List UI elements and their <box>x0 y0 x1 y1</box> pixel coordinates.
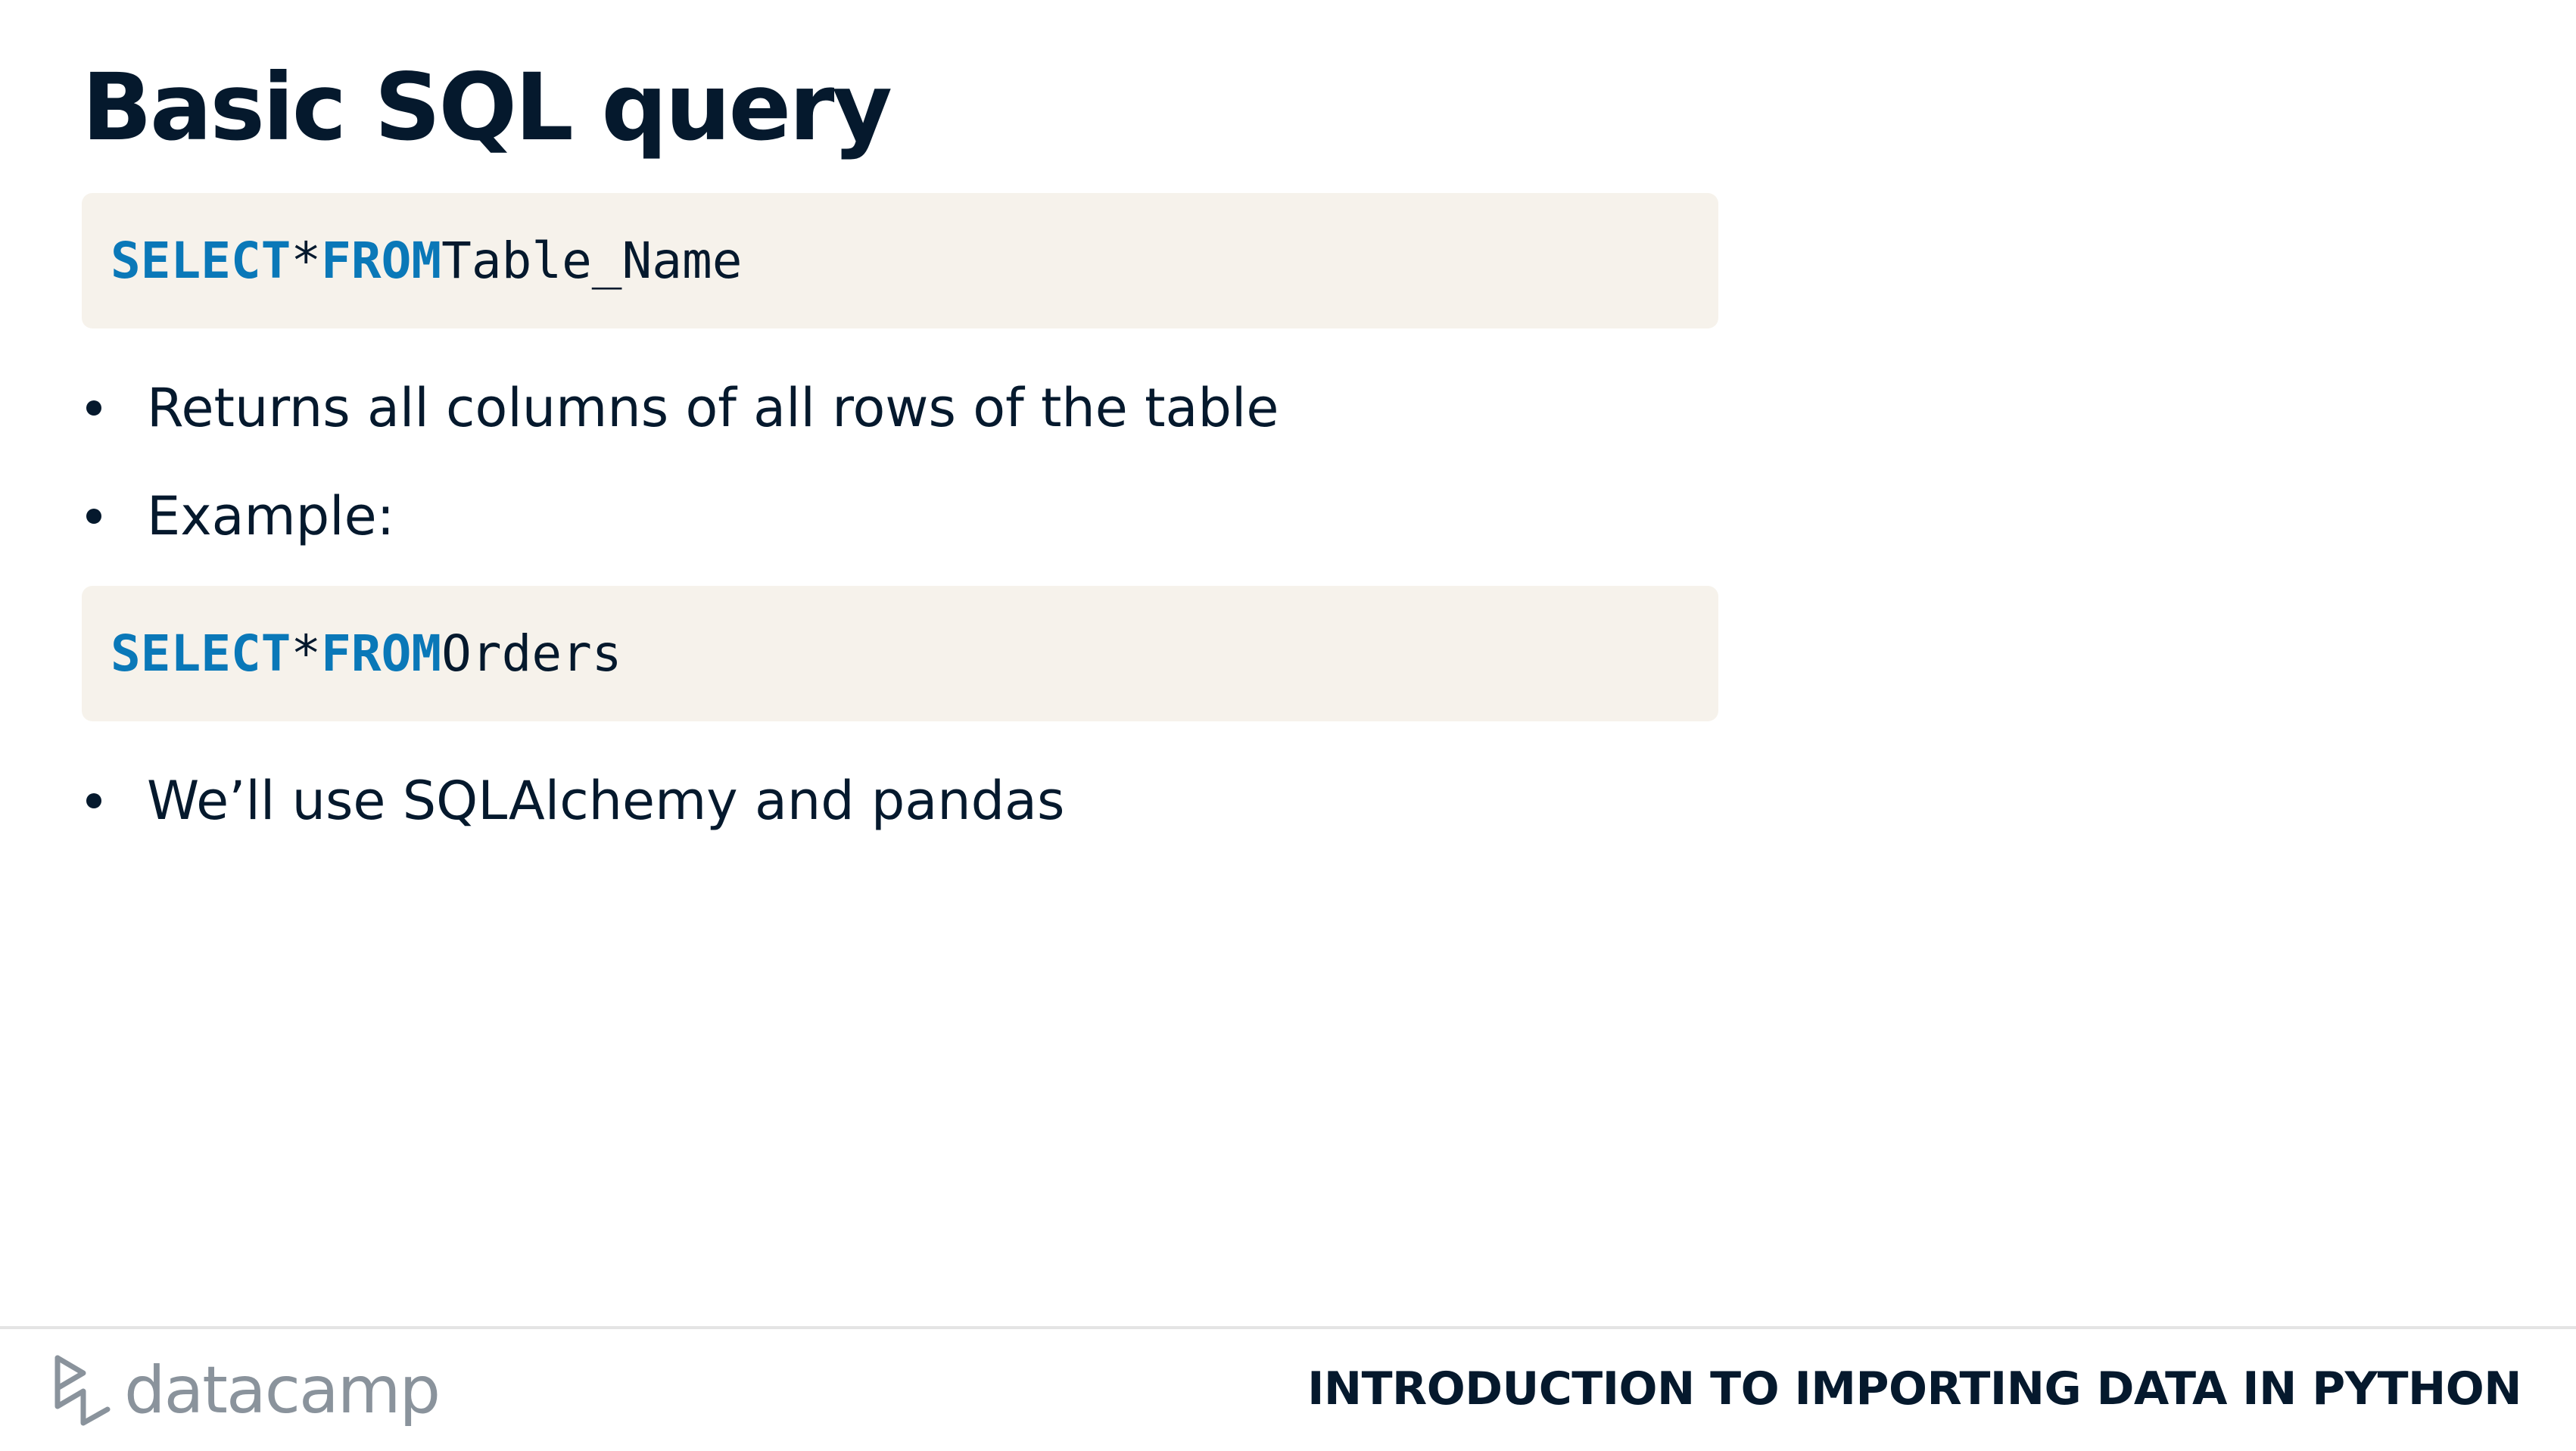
code-operator-star: * <box>291 624 322 683</box>
bullet-item: Returns all columns of all rows of the t… <box>82 363 1279 453</box>
slide: Basic SQL query SELECT * FROM Table_Name… <box>0 0 2576 1451</box>
footer-divider <box>0 1326 2576 1329</box>
bullet-dot-icon <box>86 793 101 808</box>
bullet-text: Example: <box>147 485 395 547</box>
code-block-query-generic: SELECT * FROM Table_Name <box>82 193 1718 328</box>
code-operator-star: * <box>291 232 322 290</box>
code-table-name: Table_Name <box>441 232 743 290</box>
slide-title: Basic SQL query <box>82 54 892 161</box>
code-keyword-select: SELECT <box>111 232 291 290</box>
bullet-dot-icon <box>86 509 101 524</box>
code-keyword-select: SELECT <box>111 624 291 683</box>
datacamp-logo-icon <box>55 1355 111 1426</box>
datacamp-logo: datacamp <box>53 1349 441 1432</box>
bullet-text: Returns all columns of all rows of the t… <box>147 377 1279 439</box>
logo-wordmark: datacamp <box>124 1353 441 1428</box>
bullet-item: Example: <box>82 471 394 562</box>
bullet-text: We’ll use SQLAlchemy and pandas <box>147 770 1065 832</box>
bullet-dot-icon <box>86 400 101 416</box>
code-keyword-from: FROM <box>321 232 442 290</box>
course-title: INTRODUCTION TO IMPORTING DATA IN PYTHON <box>1307 1362 2521 1415</box>
code-table-name: Orders <box>441 624 622 683</box>
bullet-item: We’ll use SQLAlchemy and pandas <box>82 755 1064 846</box>
code-block-query-example: SELECT * FROM Orders <box>82 586 1718 721</box>
code-keyword-from: FROM <box>321 624 442 683</box>
